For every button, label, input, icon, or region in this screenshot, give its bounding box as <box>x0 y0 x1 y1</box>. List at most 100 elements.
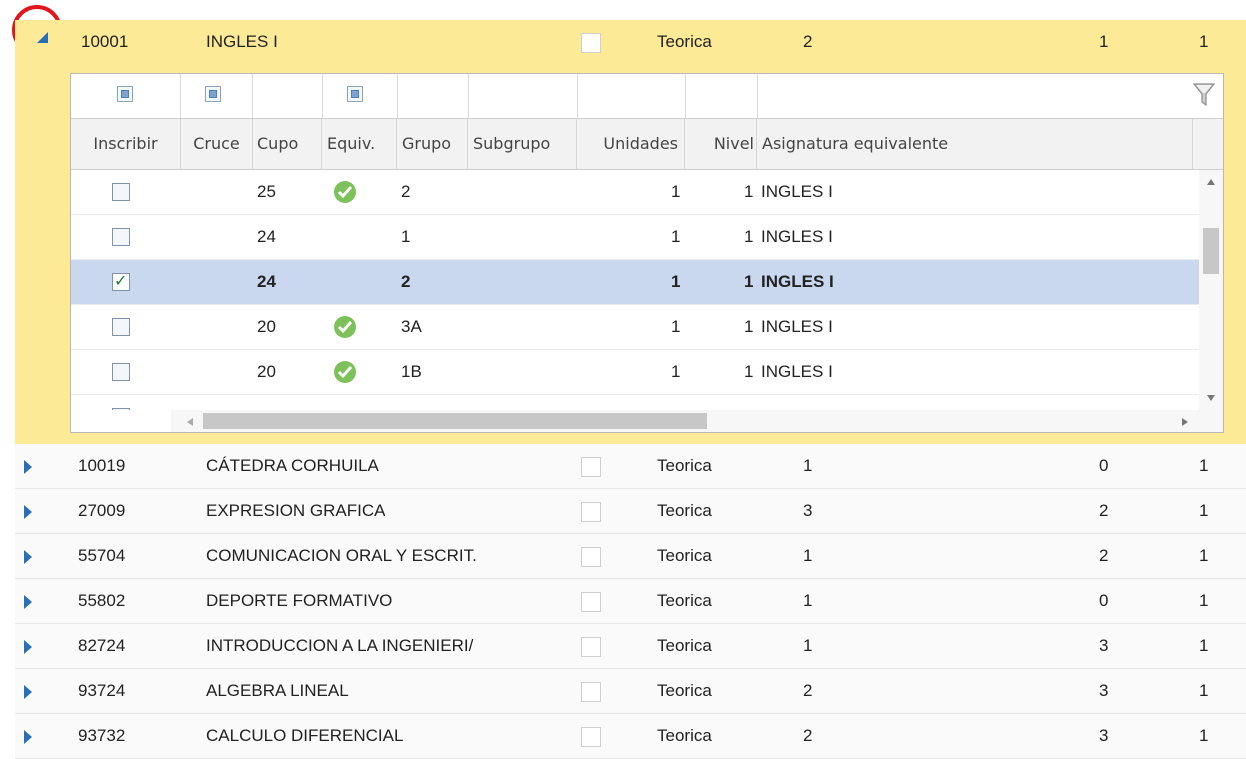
scroll-up-icon[interactable] <box>1206 178 1216 186</box>
course-col-a: 3 <box>1099 636 1109 655</box>
filter-grupo[interactable] <box>398 74 469 118</box>
course-col-a: 0 <box>1099 591 1109 610</box>
header-asignatura[interactable]: Asignatura equivalente <box>758 119 1193 169</box>
grupo-value: 2 <box>401 182 411 201</box>
course-col-b: 1 <box>1199 32 1209 51</box>
course-type: Teorica <box>657 681 712 700</box>
course-col-b: 1 <box>1199 456 1209 475</box>
asignatura-value: INGLES I <box>761 272 834 291</box>
course-checkbox[interactable] <box>581 727 601 747</box>
header-unidades[interactable]: Unidades <box>578 119 685 169</box>
inscribir-checkbox[interactable] <box>112 318 130 336</box>
asignatura-value: INGLES I <box>761 317 833 336</box>
scroll-left-icon[interactable] <box>186 417 194 427</box>
expand-arrow-icon[interactable] <box>24 505 32 519</box>
header-nivel[interactable]: Nivel <box>686 119 757 169</box>
filter-equiv <box>323 74 398 118</box>
unidades-value: 1 <box>671 227 681 246</box>
course-row[interactable]: 93724 ALGEBRA LINEAL Teorica 2 3 1 <box>15 669 1246 714</box>
course-checkbox[interactable] <box>581 637 601 657</box>
course-type: Teorica <box>657 456 712 475</box>
inscribir-checkbox[interactable] <box>112 228 130 246</box>
group-row[interactable]: 24 1 1 1 INGLES I <box>71 215 1199 260</box>
header-subgrupo[interactable]: Subgrupo <box>469 119 577 169</box>
filter-subgrupo[interactable] <box>469 74 578 118</box>
grupo-value: 1 <box>401 227 411 246</box>
filter-row <box>71 74 1223 119</box>
course-col-a: 3 <box>1099 726 1109 745</box>
expand-arrow-icon[interactable] <box>24 640 32 654</box>
course-name: INGLES I <box>206 32 278 51</box>
filter-cupo[interactable] <box>253 74 323 118</box>
filter-funnel-icon[interactable] <box>1193 82 1215 108</box>
course-row[interactable]: 27009 EXPRESION GRAFICA Teorica 3 2 1 <box>15 489 1246 534</box>
course-type: Teorica <box>657 636 712 655</box>
unidades-value: 1 <box>671 272 681 291</box>
expand-arrow-icon[interactable] <box>24 460 32 474</box>
course-code: 93724 <box>78 681 126 700</box>
group-row[interactable]: 25 2 1 1 INGLES I <box>71 170 1199 215</box>
filter-asignatura[interactable] <box>758 74 1223 118</box>
course-checkbox[interactable] <box>581 33 601 53</box>
subgrid-body: 25 2 1 1 INGLES I 24 1 1 1 INGLES I 24 2… <box>71 170 1199 410</box>
horizontal-scroll-thumb[interactable] <box>203 413 707 429</box>
group-subgrid: Inscribir Cruce Cupo Equiv. Grupo Subgru… <box>70 73 1224 433</box>
inscribir-checkbox[interactable] <box>112 408 130 410</box>
header-cupo[interactable]: Cupo <box>253 119 322 169</box>
filter-nivel[interactable] <box>686 74 758 118</box>
nivel-value: 1 <box>744 227 754 246</box>
expand-arrow-icon[interactable] <box>24 595 32 609</box>
scroll-down-icon[interactable] <box>1206 394 1216 402</box>
group-row-selected[interactable]: 24 2 1 1 INGLES I <box>71 260 1199 305</box>
course-col-b: 1 <box>1199 681 1209 700</box>
unidades-value: 1 <box>671 182 681 201</box>
filter-toggle-icon[interactable] <box>205 86 221 102</box>
expand-arrow-icon[interactable] <box>24 730 32 744</box>
course-name: CALCULO DIFERENCIAL <box>206 726 404 745</box>
course-row[interactable]: 82724 INTRODUCCION A LA INGENIERI/ Teori… <box>15 624 1246 669</box>
course-type: Teorica <box>657 726 712 745</box>
scroll-right-icon[interactable] <box>1181 417 1189 427</box>
header-equiv[interactable]: Equiv. <box>323 119 397 169</box>
group-row[interactable]: 20 3A 1 1 INGLES I <box>71 305 1199 350</box>
filter-unidades[interactable] <box>578 74 686 118</box>
nivel-value: 1 <box>744 362 754 381</box>
course-row[interactable]: 55704 COMUNICACION ORAL Y ESCRIT. Teoric… <box>15 534 1246 579</box>
course-code: 93732 <box>78 726 126 745</box>
group-row[interactable]: 20 1B 1 1 INGLES I <box>71 350 1199 395</box>
course-row[interactable]: 93732 CALCULO DIFERENCIAL Teorica 2 3 1 <box>15 714 1246 759</box>
course-checkbox[interactable] <box>581 592 601 612</box>
course-type: Teorica <box>657 32 712 51</box>
header-cruce[interactable]: Cruce <box>181 119 253 169</box>
course-checkbox[interactable] <box>581 682 601 702</box>
header-inscribir[interactable]: Inscribir <box>71 119 181 169</box>
vertical-scroll-thumb[interactable] <box>1203 228 1219 274</box>
collapse-arrow-icon[interactable] <box>37 32 49 44</box>
course-type: Teorica <box>657 546 712 565</box>
horizontal-scrollbar[interactable] <box>171 410 1199 432</box>
course-code: 55802 <box>78 591 126 610</box>
filter-cruce <box>181 74 253 118</box>
course-col-b: 1 <box>1199 591 1209 610</box>
course-row[interactable]: 55802 DEPORTE FORMATIVO Teorica 1 0 1 <box>15 579 1246 624</box>
inscribir-checkbox-checked[interactable] <box>112 271 130 291</box>
course-checkbox[interactable] <box>581 457 601 477</box>
filter-toggle-icon[interactable] <box>347 86 363 102</box>
course-credits: 2 <box>803 681 813 700</box>
inscribir-checkbox[interactable] <box>112 363 130 381</box>
group-row-partial[interactable] <box>71 395 1199 410</box>
filter-toggle-icon[interactable] <box>117 86 133 102</box>
inscribir-checkbox[interactable] <box>112 183 130 201</box>
course-name: EXPRESION GRAFICA <box>206 501 386 520</box>
course-checkbox[interactable] <box>581 547 601 567</box>
cupo-value: 24 <box>257 272 276 291</box>
cupo-value: 25 <box>257 182 276 201</box>
expand-arrow-icon[interactable] <box>24 550 32 564</box>
course-checkbox[interactable] <box>581 502 601 522</box>
vertical-scrollbar[interactable] <box>1199 170 1223 410</box>
course-name: ALGEBRA LINEAL <box>206 681 349 700</box>
course-row[interactable]: 10019 CÁTEDRA CORHUILA Teorica 1 0 1 <box>15 444 1246 489</box>
expand-arrow-icon[interactable] <box>24 685 32 699</box>
header-grupo[interactable]: Grupo <box>398 119 468 169</box>
grupo-value: 1B <box>401 362 422 381</box>
